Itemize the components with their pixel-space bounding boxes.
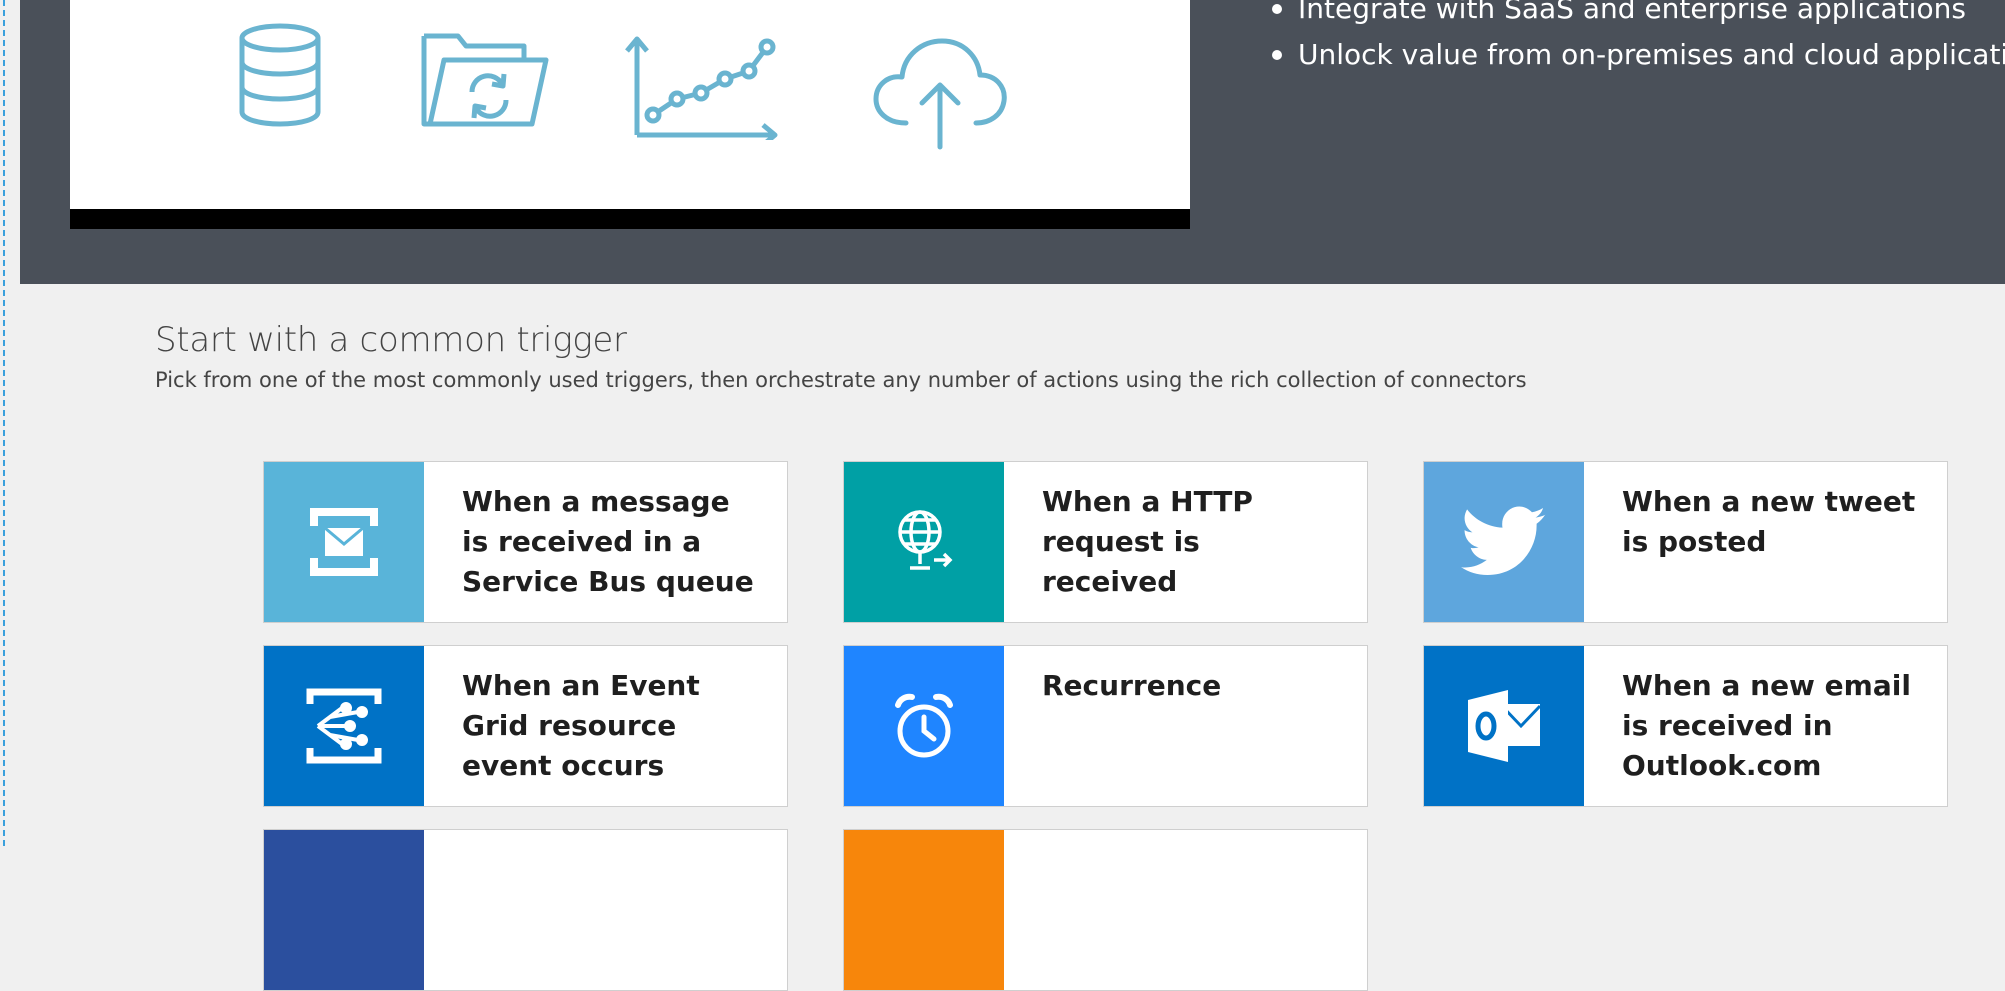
section-title: Start with a common trigger xyxy=(155,320,627,360)
outlook-icon xyxy=(1424,646,1584,806)
trigger-card-twitter[interactable]: When a new tweet is posted xyxy=(1423,461,1948,623)
feature-bullet: Integrate with SaaS and enterprise appli… xyxy=(1270,0,2005,32)
trigger-label: When a new email is received in Outlook.… xyxy=(1622,669,1911,782)
feature-bullet: Unlock value from on-premises and cloud … xyxy=(1270,32,2005,78)
left-edge-guide xyxy=(3,0,5,846)
feature-bullet-list: Integrate with SaaS and enterprise appli… xyxy=(1270,0,2005,78)
trigger-card-partial[interactable] xyxy=(263,829,788,991)
http-globe-icon xyxy=(844,462,1004,622)
trigger-tile xyxy=(844,830,1004,990)
twitter-icon xyxy=(1424,462,1584,622)
alarm-clock-icon xyxy=(844,646,1004,806)
line-chart-icon xyxy=(625,35,785,140)
trigger-card-event-grid[interactable]: When an Event Grid resource event occurs xyxy=(263,645,788,807)
folder-sync-icon xyxy=(420,30,550,130)
trigger-card-recurrence[interactable]: Recurrence xyxy=(843,645,1368,807)
video-control-bar[interactable] xyxy=(70,209,1190,229)
cloud-upload-icon xyxy=(870,35,1010,150)
trigger-card-outlook[interactable]: When a new email is received in Outlook.… xyxy=(1423,645,1948,807)
service-bus-icon xyxy=(264,462,424,622)
hero-banner: Integrate with SaaS and enterprise appli… xyxy=(20,0,2005,284)
trigger-card-partial[interactable] xyxy=(843,829,1368,991)
event-grid-icon xyxy=(264,646,424,806)
trigger-tile xyxy=(264,830,424,990)
trigger-label: When a new tweet is posted xyxy=(1622,485,1916,558)
trigger-card-http-request[interactable]: When a HTTP request is received xyxy=(843,461,1368,623)
trigger-label: When a HTTP request is received xyxy=(1042,485,1253,598)
intro-video-frame[interactable] xyxy=(70,0,1190,229)
trigger-card-service-bus[interactable]: When a message is received in a Service … xyxy=(263,461,788,623)
trigger-label: Recurrence xyxy=(1042,669,1222,702)
trigger-label: When a message is received in a Service … xyxy=(462,485,754,598)
database-icon xyxy=(235,20,325,130)
trigger-label: When an Event Grid resource event occurs xyxy=(462,669,700,782)
section-subtitle: Pick from one of the most commonly used … xyxy=(155,368,1527,392)
